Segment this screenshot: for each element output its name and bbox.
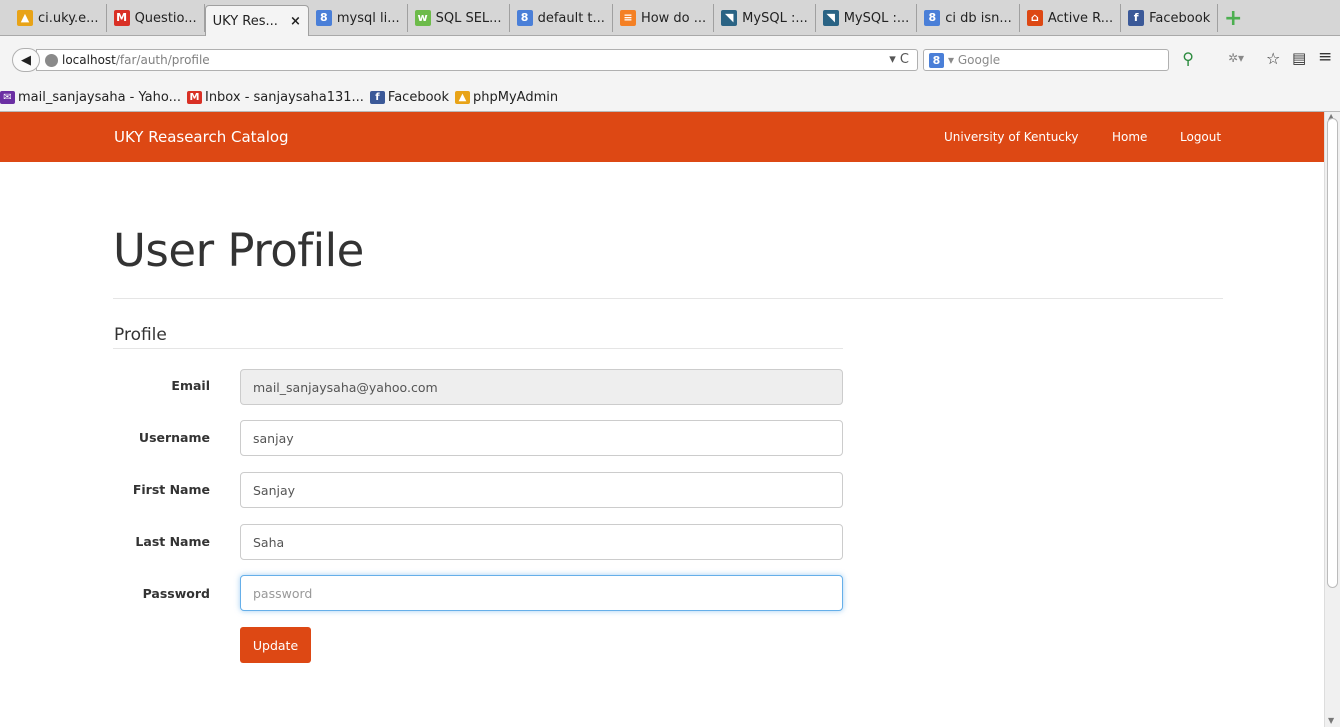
codeigniter-icon: ⌂ — [1026, 10, 1043, 26]
w3schools-icon: w — [414, 10, 431, 26]
stackoverflow-icon: ≡ — [619, 10, 636, 26]
reading-list-icon[interactable]: ▤ — [1292, 49, 1306, 67]
url-path: /far/auth/profile — [115, 53, 210, 67]
section-divider — [113, 348, 843, 349]
last-name-field[interactable]: Saha — [240, 524, 843, 560]
bookmark-label: Facebook — [387, 89, 450, 105]
tab-label: Active R... — [1047, 10, 1114, 26]
tab-3[interactable]: 8 mysql li... — [309, 4, 408, 32]
url-bar[interactable]: localhost/far/auth/profile ▾ C — [36, 49, 918, 71]
url-host: localhost — [62, 53, 116, 67]
scroll-down-icon[interactable]: ▼ — [1328, 716, 1334, 725]
password-field[interactable] — [240, 575, 843, 611]
star-icon[interactable]: ☆ — [1266, 49, 1280, 68]
tab-label: Facebook — [1149, 10, 1211, 26]
tab-label: MySQL :... — [843, 10, 910, 26]
phpmyadmin-icon: ▲ — [17, 10, 33, 26]
section-title: Profile — [114, 325, 167, 345]
page-content: UKY Reasearch Catalog University of Kent… — [0, 112, 1324, 727]
tab-5[interactable]: 8 default t... — [510, 4, 613, 32]
tab-1[interactable]: M Questio... — [107, 4, 205, 32]
mysql-icon: ◥ — [822, 10, 839, 26]
last-name-label: Last Name — [135, 534, 210, 549]
tab-label: UKY Res... — [212, 13, 278, 29]
facebook-icon: f — [1128, 10, 1145, 26]
username-field[interactable]: sanjay — [240, 420, 843, 456]
app-header: UKY Reasearch Catalog University of Kent… — [0, 112, 1324, 162]
tab-10[interactable]: ⌂ Active R... — [1020, 4, 1122, 32]
tab-11[interactable]: f Facebook — [1121, 4, 1219, 32]
email-field: mail_sanjaysaha@yahoo.com — [240, 369, 843, 405]
nav-university-link[interactable]: University of Kentucky — [944, 130, 1079, 144]
phpmyadmin-icon: ▲ — [455, 90, 471, 104]
nav-home-link[interactable]: Home — [1112, 130, 1147, 144]
addon-icon[interactable]: ✲▾ — [1228, 51, 1244, 65]
globe-icon — [45, 53, 58, 67]
tab-0[interactable]: ▲ ci.uky.e... — [10, 4, 107, 32]
password-label: Password — [142, 586, 210, 601]
last-name-value: Saha — [253, 534, 285, 550]
gmail-icon: M — [186, 90, 202, 104]
back-button[interactable]: ◀ — [12, 48, 40, 72]
close-tab-icon[interactable]: × — [290, 14, 301, 29]
username-value: sanjay — [253, 430, 294, 446]
tab-2[interactable]: UKY Res... × — [204, 5, 309, 36]
mail-icon: ✉ — [0, 90, 15, 104]
brand-link[interactable]: UKY Reasearch Catalog — [114, 128, 289, 146]
bookmark-label: Inbox - sanjaysaha131... — [204, 89, 364, 105]
new-tab-button[interactable]: + — [1218, 4, 1248, 32]
email-value: mail_sanjaysaha@yahoo.com — [253, 379, 438, 395]
google-icon: 8 — [929, 52, 944, 68]
navigation-toolbar: localhost/far/auth/profile ▾ C ◀ 8 ▾ Goo… — [0, 36, 1340, 83]
page-scrollbar[interactable]: ▲ ▼ — [1324, 112, 1340, 727]
tab-label: How do ... — [640, 10, 707, 26]
tab-4[interactable]: w SQL SEL... — [408, 4, 510, 32]
reload-icon[interactable]: ▾ C — [889, 52, 909, 67]
bookmark-2[interactable]: f Facebook — [369, 89, 450, 105]
tab-label: mysql li... — [336, 10, 400, 26]
title-divider — [113, 298, 1223, 299]
search-engine-label: ▾ Google — [948, 53, 1001, 67]
first-name-value: Sanjay — [253, 482, 296, 498]
update-button[interactable]: Update — [240, 627, 311, 663]
bookmarks-toolbar: ✉ mail_sanjaysaha - Yaho... M Inbox - sanja… — [0, 83, 1340, 112]
gmail-icon: M — [113, 10, 130, 26]
tab-label: ci.uky.e... — [38, 10, 99, 26]
bookmark-1[interactable]: M Inbox - sanjaysaha131... — [186, 89, 364, 105]
tab-6[interactable]: ≡ How do ... — [613, 4, 715, 32]
back-arrow-icon: ◀ — [21, 52, 31, 68]
bookmark-label: phpMyAdmin — [473, 89, 559, 105]
nav-logout-link[interactable]: Logout — [1180, 130, 1221, 144]
first-name-field[interactable]: Sanjay — [240, 472, 843, 508]
tab-strip: ▲ ci.uky.e... M Questio... UKY Res... × 8 mysql… — [0, 0, 1340, 36]
first-name-label: First Name — [132, 482, 210, 497]
tab-label: default t... — [537, 10, 605, 26]
username-label: Username — [138, 430, 210, 445]
facebook-icon: f — [369, 90, 385, 104]
bookmark-label: mail_sanjaysaha - Yaho... — [18, 89, 181, 105]
search-icon[interactable]: ⚲ — [1182, 49, 1194, 68]
bookmark-0[interactable]: ✉ mail_sanjaysaha - Yaho... — [0, 90, 181, 105]
mysql-icon: ◥ — [721, 10, 738, 26]
tab-7[interactable]: ◥ MySQL :... — [714, 4, 816, 32]
password-input[interactable] — [253, 585, 830, 601]
tab-label: Questio... — [134, 10, 197, 26]
email-label: Email — [171, 378, 210, 393]
menu-icon[interactable]: ≡ — [1318, 47, 1332, 67]
tab-9[interactable]: 8 ci db isn... — [917, 4, 1020, 32]
google-icon: 8 — [924, 10, 941, 26]
scroll-thumb[interactable] — [1327, 118, 1338, 588]
tab-label: ci db isn... — [945, 10, 1012, 26]
google-icon: 8 — [516, 10, 533, 26]
google-icon: 8 — [315, 10, 332, 26]
tab-label: SQL SEL... — [435, 10, 502, 26]
tab-8[interactable]: ◥ MySQL :... — [816, 4, 918, 32]
bookmark-3[interactable]: ▲ phpMyAdmin — [455, 90, 558, 105]
search-bar[interactable]: 8 ▾ Google ⚲ — [923, 49, 1194, 71]
tab-label: MySQL :... — [742, 10, 808, 26]
page-title: User Profile — [113, 224, 364, 277]
